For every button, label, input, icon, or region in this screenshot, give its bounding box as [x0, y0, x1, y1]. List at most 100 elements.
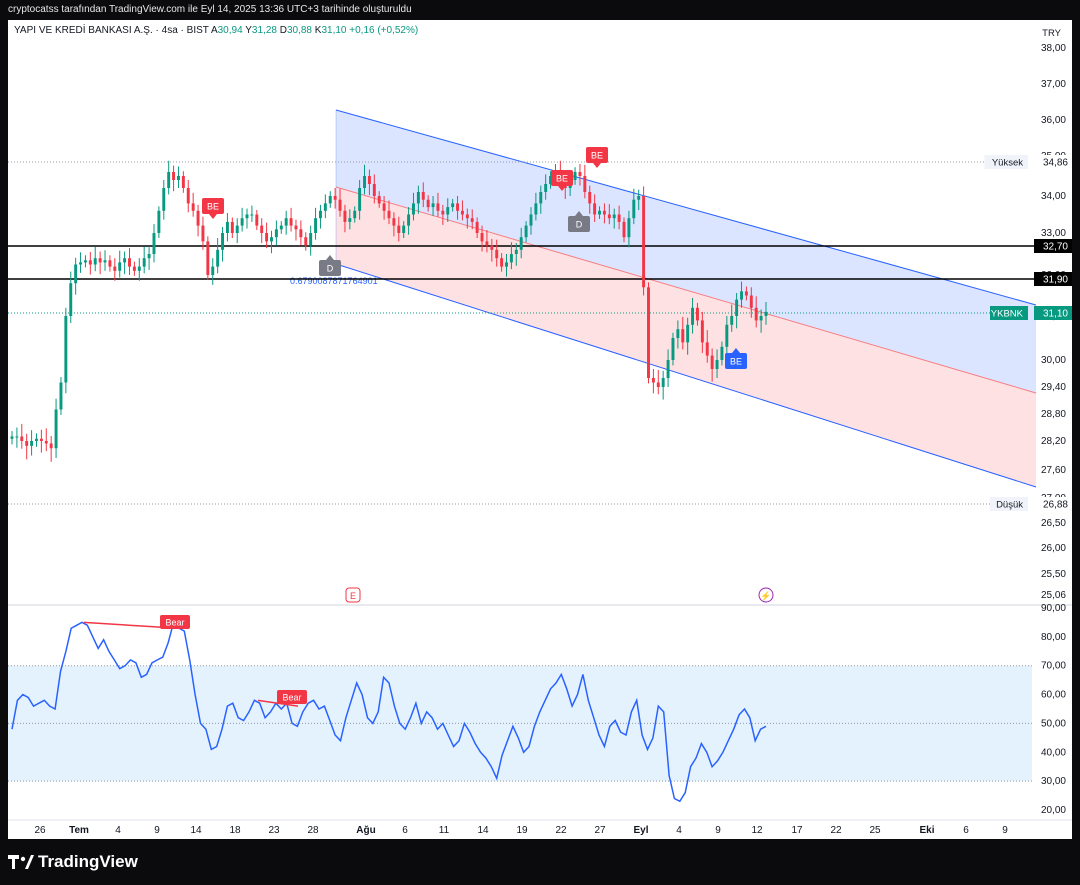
- bear-signal-1-text: BE: [207, 202, 219, 212]
- low-tag-label: Düşük: [996, 500, 1023, 511]
- time-tick-label: Eki: [919, 825, 934, 836]
- candle-body: [740, 291, 743, 300]
- candle-body: [720, 346, 724, 360]
- candle-body: [240, 218, 244, 226]
- currency-label: TRY: [1042, 28, 1061, 39]
- candle-body: [167, 172, 171, 188]
- candle-body: [64, 316, 68, 383]
- price-tick-label: 25,50: [1041, 569, 1066, 580]
- candle-body: [598, 210, 602, 215]
- candle-body: [348, 218, 352, 222]
- candle-body: [651, 378, 655, 383]
- candle-body: [588, 192, 592, 204]
- bear-signal-2-text: BE: [556, 174, 568, 184]
- candle-body: [382, 203, 386, 211]
- candle-body: [681, 329, 685, 343]
- low-label: D: [279, 25, 287, 36]
- candle-body: [465, 214, 469, 219]
- candle-body: [666, 360, 670, 378]
- candle-body: [627, 218, 631, 238]
- rsi-divergence-label-1: Bear: [160, 615, 190, 629]
- time-tick-label: 9: [1002, 825, 1008, 836]
- candle-body: [661, 378, 665, 387]
- open-value: 30,94: [217, 25, 243, 36]
- bear-signal-3-text: BE: [591, 151, 603, 161]
- candle-body: [44, 441, 48, 444]
- candle-body: [744, 291, 748, 296]
- candle-body: [216, 249, 220, 267]
- candle-body: [372, 184, 376, 196]
- candle-body: [671, 338, 675, 360]
- high-tag: Yüksek 34,86: [984, 155, 1072, 169]
- candle-body: [15, 436, 19, 438]
- candle-body: [181, 176, 185, 188]
- candle-body: [289, 218, 293, 226]
- candle-body: [118, 262, 122, 271]
- price-tick-label: 29,40: [1041, 382, 1066, 393]
- rsi-tick-label: 70,00: [1041, 661, 1066, 672]
- candle-body: [270, 237, 273, 242]
- candle-body: [304, 237, 308, 246]
- candle-body: [230, 221, 234, 233]
- candle-body: [338, 199, 342, 211]
- bull-signal-1-text: BE: [730, 357, 742, 367]
- candle-body: [39, 438, 43, 441]
- candle-body: [416, 192, 420, 204]
- price-tick-label: 37,00: [1041, 79, 1066, 90]
- candle-body: [35, 438, 38, 441]
- high-label: Y: [245, 25, 252, 36]
- candle-body: [323, 203, 327, 211]
- rsi-divergence-label-2-text: Bear: [282, 693, 301, 703]
- candle-body: [162, 188, 166, 211]
- candle-body: [397, 225, 401, 233]
- candle-body: [88, 260, 92, 265]
- candle-body: [59, 382, 63, 410]
- candle-body: [147, 254, 151, 259]
- bear-signal-1: BE: [202, 198, 224, 219]
- level-tag-1: 32,70: [1034, 239, 1072, 253]
- candle-body: [328, 196, 332, 204]
- candle-body: [98, 258, 102, 263]
- candle-body: [201, 225, 205, 242]
- candle-body: [172, 172, 176, 180]
- rsi-tick-label: 30,00: [1041, 776, 1066, 787]
- candle-body: [142, 258, 146, 267]
- candle-body: [10, 436, 14, 439]
- price-tick-label: 33,00: [1041, 228, 1066, 239]
- candle-body: [632, 199, 636, 219]
- tradingview-logo[interactable]: TradingView: [8, 852, 138, 872]
- time-tick-label: 25: [869, 825, 881, 836]
- price-tick-label: 28,20: [1041, 436, 1066, 447]
- candle-body: [260, 225, 264, 233]
- rsi-tick-label: 90,00: [1041, 603, 1066, 614]
- rsi-tick-label: 20,00: [1041, 805, 1066, 816]
- price-tick-label: 26,00: [1041, 543, 1066, 554]
- rsi-tick-label: 80,00: [1041, 632, 1066, 643]
- last-price-tag-value: 31,10: [1043, 309, 1068, 320]
- candle-body: [607, 214, 611, 219]
- candle-body: [485, 241, 489, 246]
- candle-body: [534, 203, 538, 215]
- earnings-event-text: E: [350, 591, 356, 601]
- candle-body: [250, 214, 254, 216]
- chart-area[interactable]: 0.6790087871764901 Bear Bear BE BE BE BE D D E ⚡…: [8, 20, 1072, 839]
- change-value: +0,16 (+0,52%): [349, 25, 419, 36]
- candle-body: [353, 210, 357, 219]
- candle-body: [612, 214, 616, 219]
- low-value: 30,88: [286, 25, 312, 36]
- candle-body: [519, 237, 523, 250]
- time-tick-label: 18: [229, 825, 241, 836]
- candle-body: [284, 218, 288, 226]
- candle-body: [470, 218, 474, 222]
- candle-body: [656, 382, 660, 387]
- candle-body: [49, 443, 53, 449]
- candle-body: [446, 207, 450, 215]
- candle-body: [211, 266, 215, 275]
- candle-body: [544, 184, 548, 192]
- chart-svg[interactable]: 0.6790087871764901 Bear Bear BE BE BE BE D D E ⚡…: [8, 20, 1072, 839]
- candle-body: [69, 283, 73, 316]
- fib-value-text: 0.6790087871764901: [290, 276, 378, 286]
- candle-body: [583, 176, 587, 192]
- bear-signal-3: BE: [586, 147, 608, 168]
- candle-body: [500, 258, 504, 267]
